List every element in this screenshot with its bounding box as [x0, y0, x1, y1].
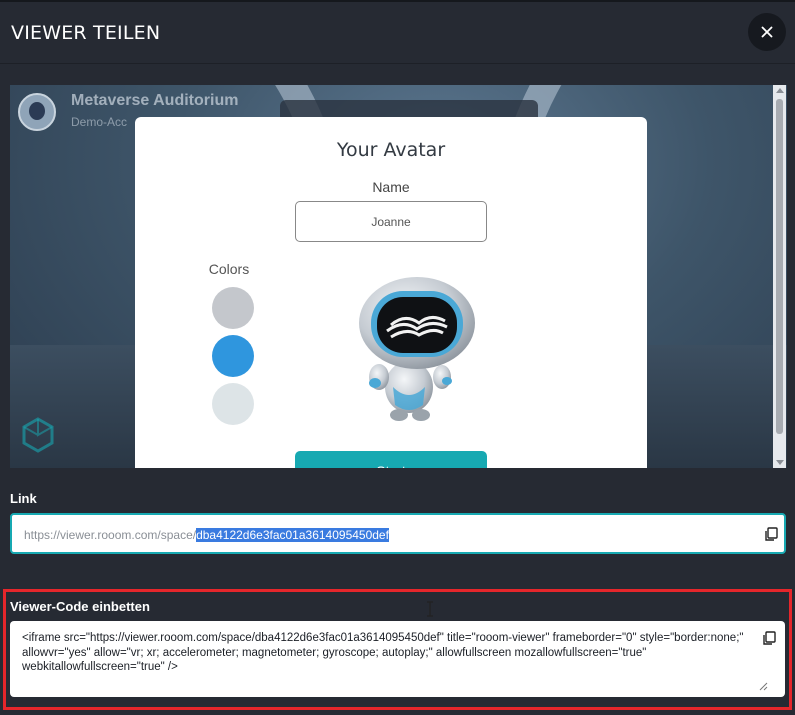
embed-code-textarea[interactable]: <iframe src="https://viewer.rooom.com/sp…	[10, 621, 785, 697]
link-url-prefix: https://viewer.rooom.com/space/	[24, 528, 197, 542]
embed-label: Viewer-Code einbetten	[10, 599, 150, 614]
space-subtitle: Demo-Acc	[71, 115, 128, 129]
name-input[interactable]	[295, 201, 487, 242]
scroll-down-arrow-icon[interactable]	[776, 460, 784, 465]
color-swatch-light[interactable]	[212, 383, 254, 425]
link-url-selected: dba4122d6e3fac01a3614095450def	[196, 528, 389, 542]
avatar-robot-preview	[359, 277, 475, 421]
embed-code[interactable]: <iframe src="https://viewer.rooom.com/sp…	[22, 631, 752, 675]
link-url[interactable]: https://viewer.rooom.com/space/dba4122d6…	[24, 528, 389, 542]
link-field[interactable]: https://viewer.rooom.com/space/dba4122d6…	[10, 513, 786, 554]
avatar-dialog-title: Your Avatar	[336, 139, 446, 161]
viewer-preview[interactable]: Metaverse Auditorium Demo-Acc Your Avata…	[10, 85, 787, 468]
close-icon	[761, 26, 773, 38]
space-owner-avatar	[18, 93, 56, 131]
color-swatch-grey[interactable]	[212, 287, 254, 329]
scroll-thumb[interactable]	[776, 99, 783, 434]
modal-title: VIEWER TEILEN	[11, 22, 161, 44]
close-button[interactable]	[748, 13, 786, 51]
colors-label: Colors	[208, 261, 250, 277]
link-label: Link	[10, 491, 37, 506]
share-viewer-modal: VIEWER TEILEN Metaverse Auditorium Demo-…	[0, 0, 795, 715]
copy-icon[interactable]	[764, 527, 778, 541]
space-title: Metaverse Auditorium	[71, 92, 239, 109]
scroll-up-arrow-icon[interactable]	[776, 88, 784, 93]
color-swatch-blue[interactable]	[212, 335, 254, 377]
resize-grip-icon[interactable]	[758, 681, 768, 691]
modal-header: VIEWER TEILEN	[0, 0, 795, 64]
preview-scrollbar[interactable]	[773, 85, 786, 468]
copy-icon[interactable]	[762, 631, 776, 645]
start-button[interactable]: Start	[295, 451, 487, 468]
text-cursor-icon	[427, 601, 433, 617]
avatar-dialog: Your Avatar Name Colors	[135, 117, 647, 468]
name-label: Name	[372, 179, 410, 195]
rooom-logo-icon	[22, 417, 54, 453]
